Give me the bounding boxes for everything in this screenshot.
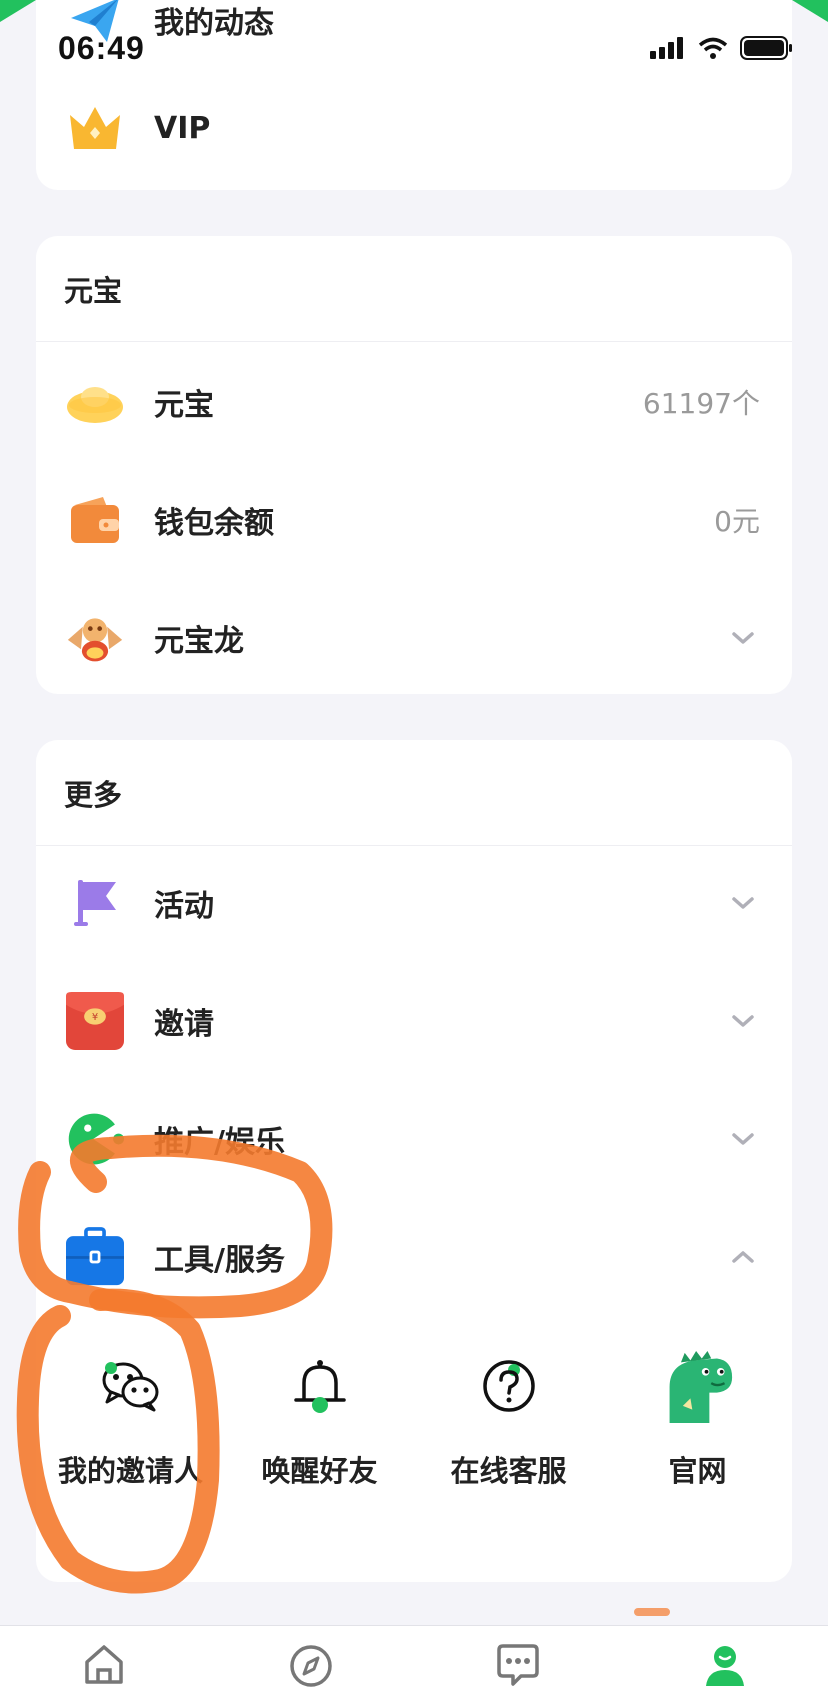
wallet-balance-value: 0元	[714, 505, 760, 538]
crown-icon	[66, 99, 124, 157]
row-label: 钱包余额	[154, 506, 274, 541]
tool-label: 我的邀请人	[57, 1454, 203, 1488]
row-yuanbao[interactable]: 元宝 61197个	[36, 352, 792, 452]
chevron-down-icon[interactable]	[728, 888, 758, 918]
row-label: 元宝龙	[154, 624, 244, 659]
cellular-signal-icon	[650, 37, 683, 59]
profile-icon	[705, 1646, 744, 1686]
tool-my-inviter[interactable]: 我的邀请人	[36, 1350, 225, 1520]
row-tools-services[interactable]: 工具/服务	[36, 1207, 792, 1307]
profile-links-card: 我的动态 VIP	[36, 0, 792, 190]
chevron-down-icon[interactable]	[728, 1006, 758, 1036]
chevron-up-icon[interactable]	[728, 1242, 758, 1272]
status-icons	[650, 36, 794, 60]
help-circle-icon	[473, 1350, 545, 1422]
corner-accent-left	[0, 0, 36, 22]
wechat-icon	[95, 1350, 167, 1422]
corner-accent-right	[792, 0, 828, 22]
row-wallet-balance[interactable]: 钱包余额 0元	[36, 470, 792, 570]
tab-messages[interactable]	[414, 1626, 621, 1693]
red-envelope-icon: ¥	[66, 992, 124, 1050]
row-vip[interactable]: VIP	[36, 78, 792, 178]
status-time: 06:49	[58, 30, 145, 66]
gold-ingot-icon	[66, 373, 124, 431]
yuanbao-card: 元宝 元宝 61197个 钱包余额 0元 元宝龙	[36, 236, 792, 694]
row-label: 元宝	[154, 388, 214, 423]
row-label: 活动	[154, 889, 214, 924]
home-icon	[84, 1645, 123, 1684]
row-yuanbao-dragon[interactable]: 元宝龙	[36, 588, 792, 688]
toolbox-icon	[66, 1227, 124, 1286]
wallet-icon	[66, 491, 124, 549]
row-label: 工具/服务	[154, 1243, 285, 1278]
chat-bubble-icon	[496, 1644, 539, 1686]
more-card: 更多 活动 ¥ 邀请 推广/娱乐 工具/服务 我的邀请人 唤醒好友 在线客服 官…	[36, 740, 792, 1582]
battery-icon	[740, 36, 792, 60]
tool-label: 官网	[668, 1454, 727, 1488]
row-label: VIP	[154, 110, 211, 146]
bell-icon	[284, 1350, 356, 1422]
tool-label: 唤醒好友	[261, 1454, 378, 1488]
tools-grid: 我的邀请人 唤醒好友 在线客服 官网	[36, 1350, 792, 1520]
row-label: 邀请	[154, 1007, 214, 1042]
svg-text:¥: ¥	[92, 1012, 98, 1023]
row-promotion-entertainment[interactable]: 推广/娱乐	[36, 1089, 792, 1189]
card-header: 更多	[36, 740, 792, 846]
row-invite[interactable]: ¥ 邀请	[36, 971, 792, 1071]
tab-discover[interactable]	[207, 1626, 414, 1693]
tool-official-website[interactable]: 官网	[603, 1350, 792, 1520]
tool-online-support[interactable]: 在线客服	[414, 1350, 603, 1520]
card-header: 元宝	[36, 236, 792, 342]
wifi-icon	[698, 37, 728, 59]
chevron-down-icon[interactable]	[728, 1124, 758, 1154]
row-label: 我的动态	[154, 6, 274, 41]
yuanbao-count: 61197个	[642, 387, 760, 420]
row-label: 推广/娱乐	[154, 1125, 285, 1160]
bottom-tab-bar	[0, 1625, 828, 1693]
tab-home[interactable]	[0, 1626, 207, 1693]
tab-profile[interactable]	[621, 1626, 828, 1693]
row-activities[interactable]: 活动	[36, 853, 792, 953]
compass-icon	[289, 1645, 332, 1687]
pacman-icon	[66, 1110, 124, 1168]
dragon-icon	[66, 609, 124, 667]
tool-wake-friends[interactable]: 唤醒好友	[225, 1350, 414, 1520]
dinosaur-mascot-icon	[662, 1350, 734, 1423]
chevron-down-icon[interactable]	[728, 623, 758, 653]
flag-icon	[66, 874, 124, 932]
tool-label: 在线客服	[450, 1454, 567, 1488]
